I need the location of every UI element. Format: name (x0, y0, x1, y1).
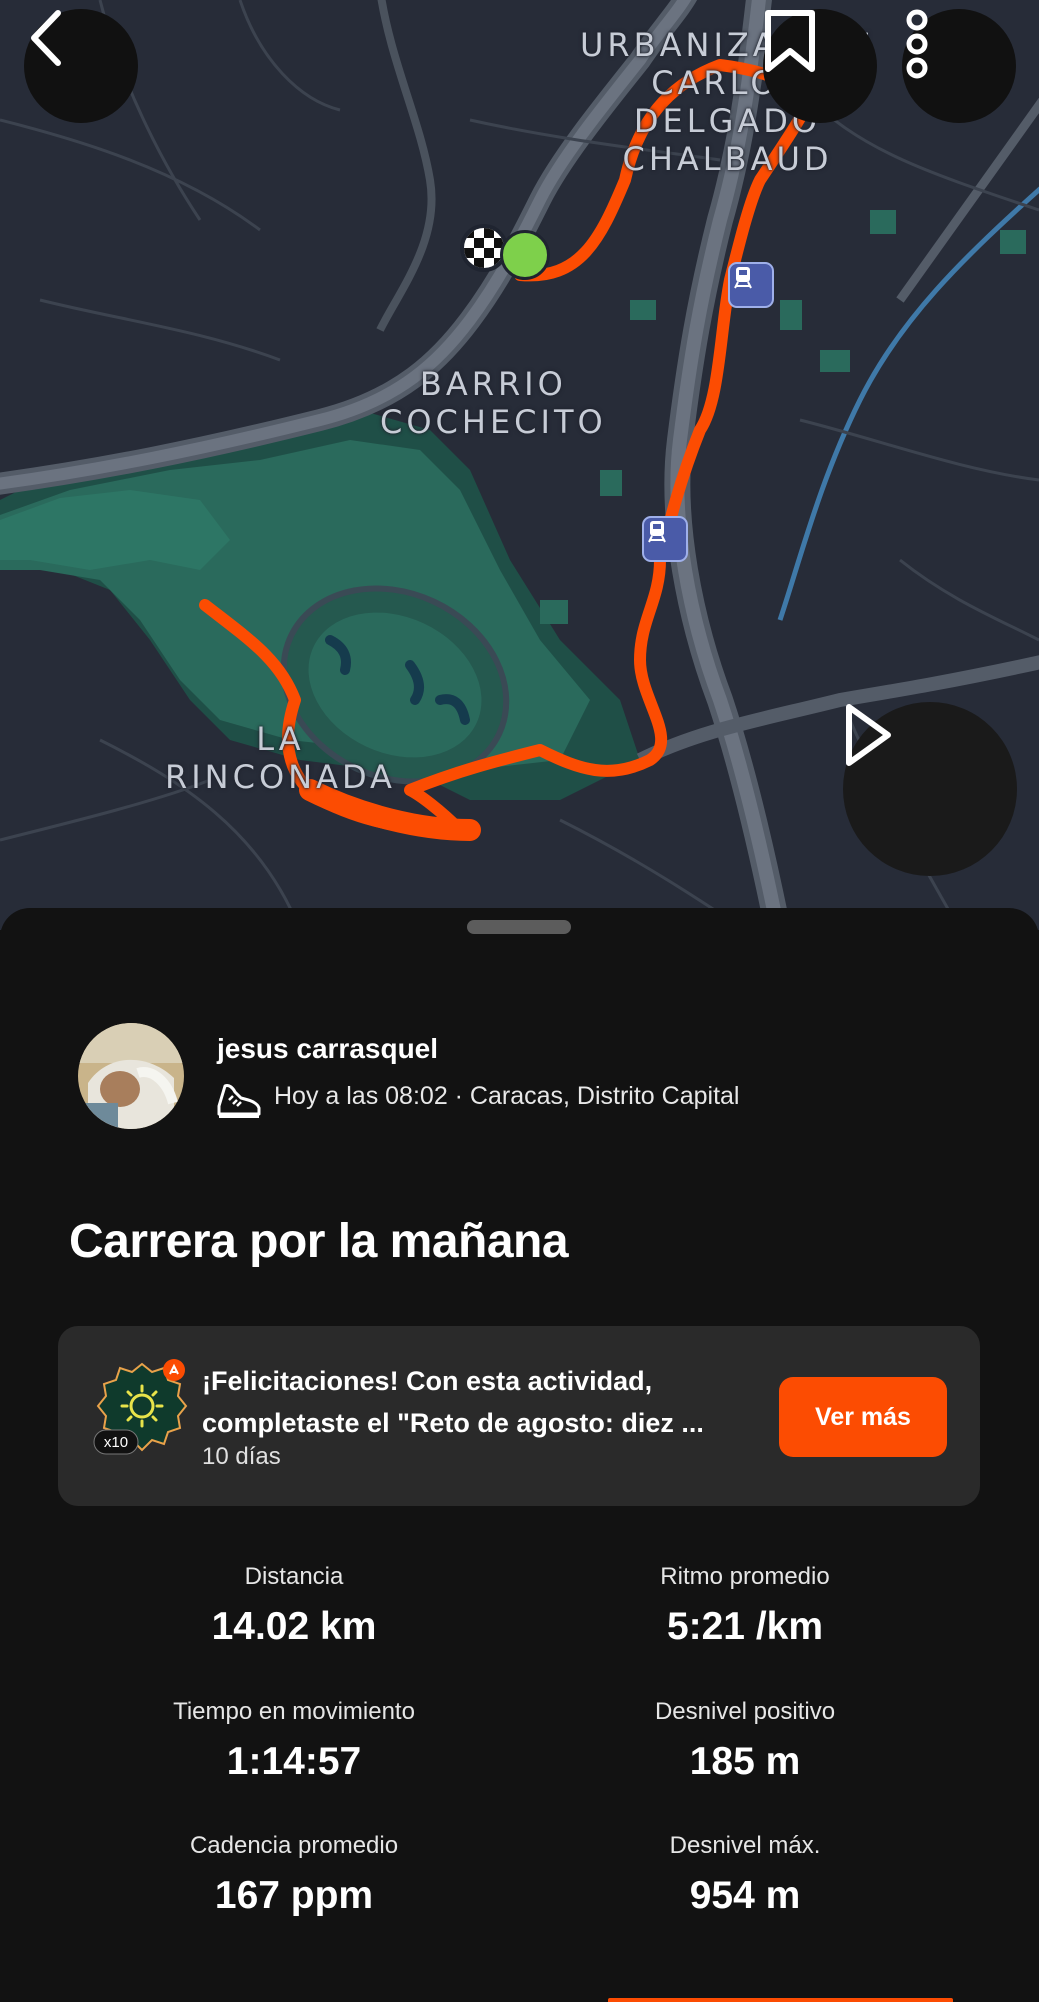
map-label-la-rinconada: LA RINCONADA (165, 720, 396, 796)
activity-title: Carrera por la mañana (69, 1215, 569, 1268)
challenge-badge-icon: x10 (92, 1358, 192, 1458)
bookmark-icon (765, 10, 815, 72)
stat-value: 5:21 /km (666, 1605, 824, 1648)
play-flyover-button[interactable] (843, 702, 1017, 876)
stat-label: Cadencia promedio (189, 1832, 399, 1859)
more-vertical-icon (906, 9, 928, 79)
stat-distance: Distancia 14.02 km (64, 1563, 524, 1649)
stat-elevation-gain: Desnivel positivo 185 m (515, 1698, 975, 1784)
challenge-message: ¡Felicitaciones! Con esta actividad, com… (202, 1360, 762, 1444)
challenge-message-line1: ¡Felicitaciones! Con esta actividad, (202, 1366, 653, 1396)
stat-max-elevation: Desnivel máx. 954 m (515, 1832, 975, 1918)
metro-station-icon (728, 262, 774, 308)
sheet-drag-handle[interactable] (467, 920, 571, 934)
stat-average-pace: Ritmo promedio 5:21 /km (515, 1563, 975, 1649)
activity-sheet: jesus carrasquel Hoy a las 08:02 · Carac… (0, 908, 1039, 2002)
route-map[interactable]: URBANIZACIÓN CARLOS DELGADO CHALBAUD BAR… (0, 0, 1039, 930)
bookmark-button[interactable] (763, 9, 877, 123)
stat-label: Desnivel positivo (654, 1698, 836, 1725)
activity-meta: Hoy a las 08:02 · Caracas, Distrito Capi… (274, 1082, 740, 1110)
stat-average-cadence: Cadencia promedio 167 ppm (64, 1832, 524, 1918)
stat-value: 1:14:57 (226, 1740, 362, 1783)
challenge-message-line2: completaste el "Reto de agosto: diez ... (202, 1408, 704, 1438)
stat-value: 14.02 km (211, 1605, 377, 1648)
running-shoe-icon (217, 1084, 261, 1118)
stat-moving-time: Tiempo en movimiento 1:14:57 (64, 1698, 524, 1784)
challenge-subtitle: 10 días (202, 1443, 281, 1470)
play-icon (846, 704, 891, 766)
see-more-button[interactable]: Ver más (779, 1377, 947, 1457)
athlete-name[interactable]: jesus carrasquel (217, 1033, 438, 1065)
back-button[interactable] (24, 9, 138, 123)
stat-value: 185 m (689, 1740, 801, 1783)
stat-label: Ritmo promedio (660, 1563, 830, 1590)
stat-value: 954 m (689, 1874, 801, 1917)
stat-label: Tiempo en movimiento (173, 1698, 415, 1725)
stat-value: 167 ppm (214, 1874, 374, 1917)
metro-station-icon (642, 516, 688, 562)
map-label-barrio-cochecito: BARRIO COCHECITO (380, 365, 607, 441)
bottom-accent-bar (608, 1998, 953, 2002)
badge-count: x10 (104, 1434, 128, 1451)
more-options-button[interactable] (902, 9, 1016, 123)
start-marker-icon (500, 230, 550, 280)
avatar[interactable] (78, 1023, 184, 1129)
chevron-left-icon (31, 10, 61, 66)
stat-label: Distancia (244, 1563, 344, 1590)
stat-label: Desnivel máx. (669, 1832, 821, 1859)
